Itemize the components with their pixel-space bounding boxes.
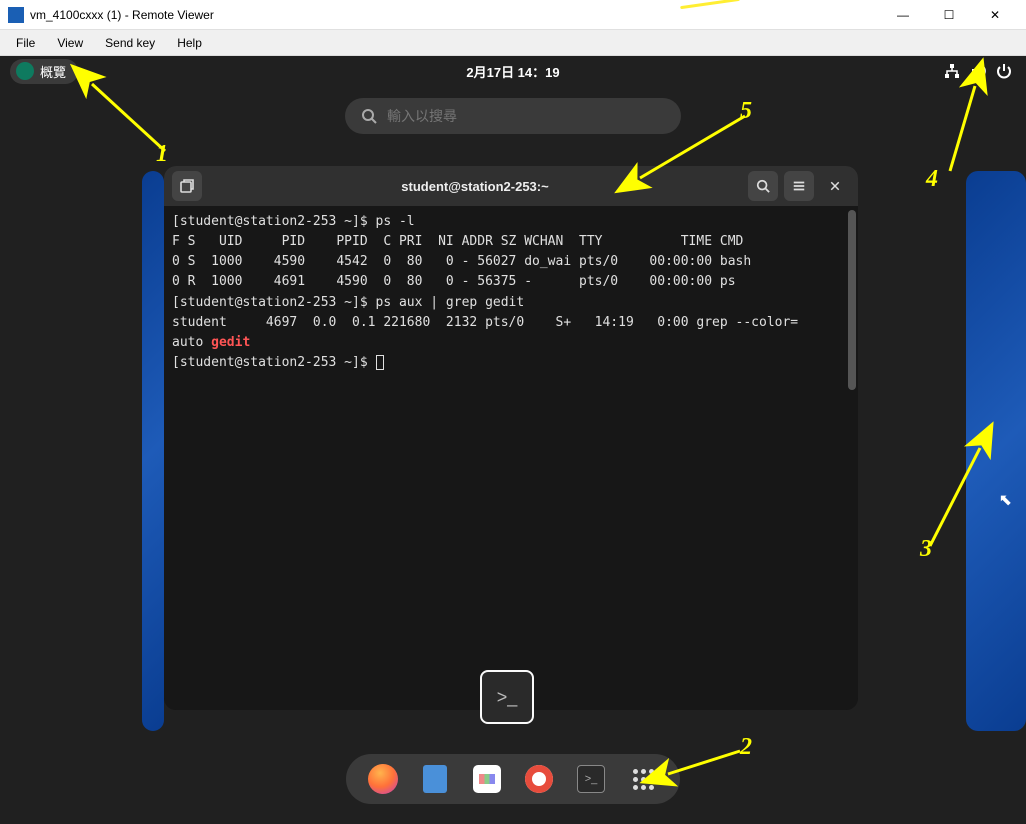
annotation-3: 3 bbox=[920, 536, 932, 563]
dock-help[interactable] bbox=[524, 764, 554, 794]
dock-files[interactable] bbox=[420, 764, 450, 794]
dash-dock: >_ bbox=[346, 754, 680, 804]
software-icon bbox=[473, 765, 501, 793]
menu-view[interactable]: View bbox=[47, 34, 93, 52]
annotation-2: 2 bbox=[740, 734, 752, 761]
annotation-1: 1 bbox=[156, 141, 168, 168]
menu-help[interactable]: Help bbox=[167, 34, 212, 52]
power-icon bbox=[996, 63, 1012, 79]
files-icon bbox=[423, 765, 447, 793]
terminal-menu-button[interactable] bbox=[784, 171, 814, 201]
activities-label: 概覽 bbox=[40, 62, 66, 81]
annotation-5: 5 bbox=[740, 98, 752, 125]
search-icon bbox=[361, 108, 377, 124]
menubar: File View Send key Help bbox=[0, 30, 1026, 56]
workspace-thumb-left[interactable] bbox=[142, 171, 164, 731]
volume-icon bbox=[970, 63, 986, 79]
dock-terminal[interactable]: >_ bbox=[576, 764, 606, 794]
gnome-desktop: 概覽 2月17日 14：19 student@station2-253:~ bbox=[0, 56, 1026, 824]
help-icon bbox=[525, 765, 553, 793]
terminal-body[interactable]: [student@station2-253 ~]$ ps -l F S UID … bbox=[164, 206, 858, 710]
network-icon bbox=[944, 63, 960, 79]
clock-label[interactable]: 2月17日 14：19 bbox=[466, 62, 559, 81]
new-tab-button[interactable] bbox=[172, 171, 202, 201]
terminal-scrollbar[interactable] bbox=[848, 210, 856, 390]
window-title: vm_4100cxxx (1) - Remote Viewer bbox=[30, 8, 880, 22]
close-button[interactable]: ✕ bbox=[972, 0, 1018, 30]
menu-file[interactable]: File bbox=[6, 34, 45, 52]
terminal-window[interactable]: student@station2-253:~ [student@station2… bbox=[164, 166, 858, 710]
dock-firefox[interactable] bbox=[368, 764, 398, 794]
terminal-title: student@station2-253:~ bbox=[202, 179, 748, 194]
overview-window-icon[interactable]: >_ bbox=[480, 670, 534, 724]
menu-sendkey[interactable]: Send key bbox=[95, 34, 165, 52]
maximize-button[interactable]: ☐ bbox=[926, 0, 972, 30]
terminal-close-button[interactable] bbox=[820, 171, 850, 201]
status-area[interactable] bbox=[944, 63, 1012, 79]
apps-grid-icon bbox=[633, 769, 654, 790]
terminal-search-button[interactable] bbox=[748, 171, 778, 201]
app-icon bbox=[8, 7, 24, 23]
activities-button[interactable]: 概覽 bbox=[10, 59, 78, 84]
remote-viewer-titlebar: vm_4100cxxx (1) - Remote Viewer — ☐ ✕ bbox=[0, 0, 1026, 30]
minimize-button[interactable]: — bbox=[880, 0, 926, 30]
overview-search[interactable] bbox=[345, 98, 681, 134]
terminal-titlebar: student@station2-253:~ bbox=[164, 166, 858, 206]
firefox-icon bbox=[368, 764, 398, 794]
terminal-icon: >_ bbox=[497, 687, 518, 708]
mouse-cursor-icon: ⬉ bbox=[999, 490, 1012, 510]
dock-software[interactable] bbox=[472, 764, 502, 794]
gnome-topbar: 概覽 2月17日 14：19 bbox=[0, 56, 1026, 86]
annotation-4: 4 bbox=[926, 166, 938, 193]
search-input[interactable] bbox=[387, 108, 665, 124]
activities-icon bbox=[16, 62, 34, 80]
terminal-dock-icon: >_ bbox=[577, 765, 605, 793]
dock-show-apps[interactable] bbox=[628, 764, 658, 794]
workspace-thumb-right[interactable] bbox=[966, 171, 1026, 731]
